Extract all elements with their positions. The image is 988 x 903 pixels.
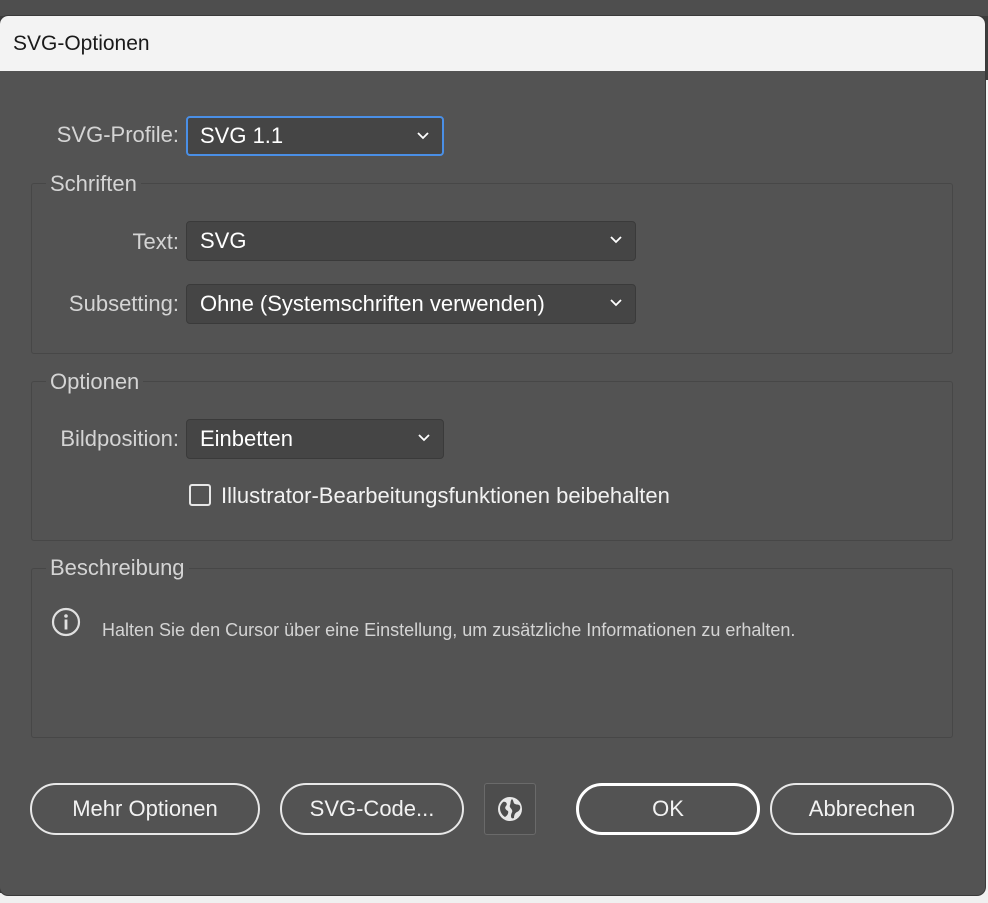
svg-code-button[interactable]: SVG-Code... — [280, 783, 464, 835]
image-location-value: Einbetten — [200, 426, 293, 451]
svg-options-dialog: SVG-Optionen SVG-Profile: SVG 1.1 Schrif… — [0, 16, 985, 895]
chevron-down-icon — [416, 129, 430, 143]
preserve-editing-label[interactable]: Illustrator-Bearbeitungsfunktionen beibe… — [221, 483, 670, 509]
dialog-title: SVG-Optionen — [0, 16, 985, 71]
chevron-down-icon — [609, 233, 623, 247]
text-value: SVG — [200, 228, 247, 253]
image-location-label: Bildposition: — [60, 426, 179, 451]
fonts-group-title: Schriften — [46, 171, 141, 197]
web-preview-button[interactable] — [484, 783, 536, 835]
more-options-button[interactable]: Mehr Optionen — [30, 783, 260, 835]
subsetting-label: Subsetting: — [68, 291, 179, 316]
description-text: Halten Sie den Cursor über eine Einstell… — [102, 620, 796, 640]
description-group-title: Beschreibung — [46, 555, 189, 581]
subsetting-dropdown[interactable]: Ohne (Systemschriften verwenden) — [186, 284, 636, 324]
info-icon — [51, 607, 81, 642]
svg-profile-label: SVG-Profile: — [56, 122, 179, 147]
description-group — [31, 568, 953, 738]
chevron-down-icon — [609, 296, 623, 310]
svg-profile-value: SVG 1.1 — [200, 123, 284, 148]
options-group-title: Optionen — [46, 369, 144, 395]
globe-icon — [497, 796, 523, 827]
background-app-top — [0, 0, 988, 16]
subsetting-value: Ohne (Systemschriften verwenden) — [200, 291, 545, 316]
image-location-dropdown[interactable]: Einbetten — [186, 419, 444, 459]
svg-profile-dropdown[interactable]: SVG 1.1 — [186, 116, 444, 156]
text-dropdown[interactable]: SVG — [186, 221, 636, 261]
options-group — [31, 381, 953, 541]
ok-button[interactable]: OK — [576, 783, 760, 835]
preserve-editing-checkbox[interactable] — [189, 484, 211, 506]
fonts-group — [31, 183, 953, 354]
chevron-down-icon — [417, 431, 431, 445]
text-label: Text: — [132, 229, 179, 254]
cancel-button[interactable]: Abbrechen — [770, 783, 954, 835]
